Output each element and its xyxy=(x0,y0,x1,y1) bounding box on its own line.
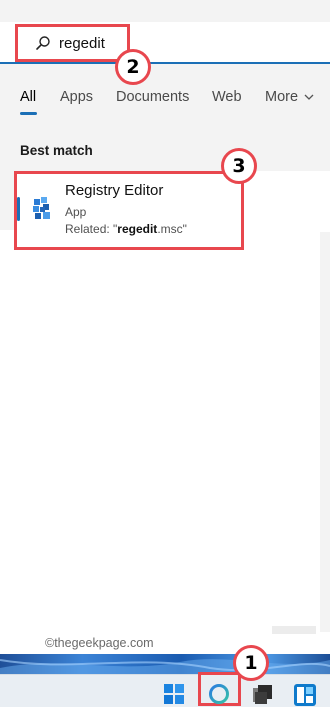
step-badge-2: 2 xyxy=(115,49,151,85)
tab-all[interactable]: All xyxy=(20,89,36,105)
wallpaper-swirl xyxy=(0,659,330,674)
desktop-wallpaper xyxy=(0,654,330,674)
tab-documents[interactable]: Documents xyxy=(116,89,189,105)
tab-apps[interactable]: Apps xyxy=(60,89,93,105)
watermark: ©thegeekpage.com xyxy=(45,636,154,650)
tab-more-label: More xyxy=(265,89,299,105)
step-badge-3: 3 xyxy=(221,148,257,184)
result-highlight-box xyxy=(14,171,244,250)
best-match-heading: Best match xyxy=(20,143,93,158)
chevron-down-icon xyxy=(304,94,314,100)
active-tab-indicator xyxy=(20,112,37,115)
tab-more[interactable]: More xyxy=(265,89,314,105)
taskbar-search-icon[interactable] xyxy=(207,682,231,706)
scroll-area xyxy=(320,232,330,632)
search-highlight-box xyxy=(15,24,130,62)
watermark-mark xyxy=(272,626,316,634)
start-icon[interactable] xyxy=(164,684,184,704)
widgets-icon[interactable] xyxy=(294,684,316,706)
tab-web[interactable]: Web xyxy=(212,89,242,105)
task-view-icon[interactable] xyxy=(252,684,274,706)
step-badge-1: 1 xyxy=(233,645,269,681)
